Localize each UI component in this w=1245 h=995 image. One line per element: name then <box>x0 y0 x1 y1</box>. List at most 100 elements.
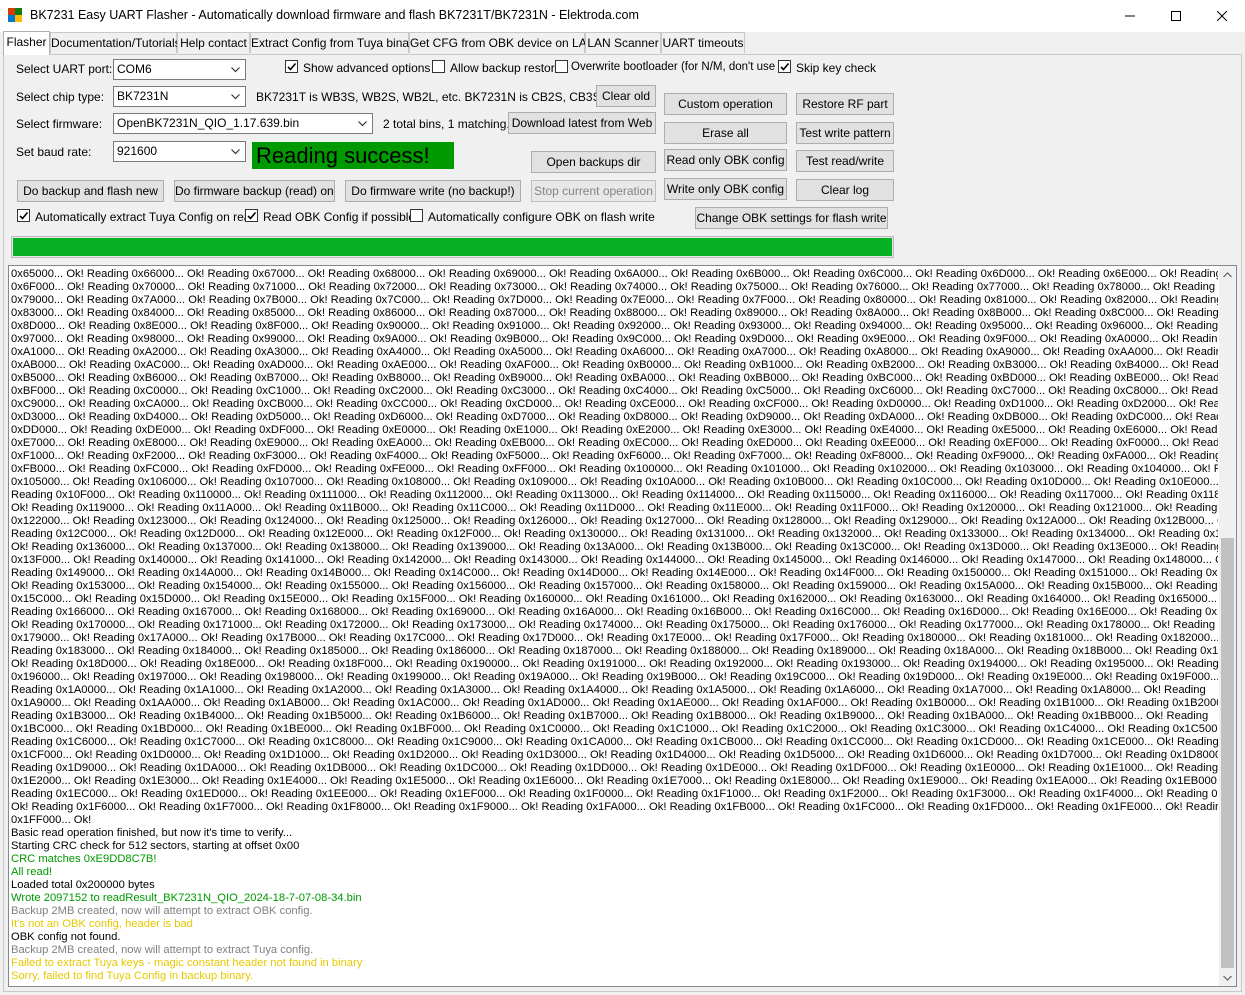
clear-old-button[interactable]: Clear old <box>596 85 656 107</box>
log-line: 0x6F000... Ok! Reading 0x70000... Ok! Re… <box>11 281 1216 293</box>
log-textbox[interactable]: 0x65000... Ok! Reading 0x66000... Ok! Re… <box>8 265 1237 987</box>
log-line: 0x97000... Ok! Reading 0x98000... Ok! Re… <box>11 333 1218 345</box>
log-line: Reading 0x1B3000... Ok! Reading 0x1B4000… <box>11 710 1209 722</box>
log-line: Backup 2MB created, now will attempt to … <box>11 905 313 917</box>
tab-get-cfg-obk[interactable]: Get CFG from OBK device on LAN <box>409 32 595 53</box>
clear-log-button[interactable]: Clear log <box>796 179 894 201</box>
log-line: 0x83000... Ok! Reading 0x84000... Ok! Re… <box>11 307 1218 319</box>
tab-help-contact[interactable]: Help contact <box>177 32 250 53</box>
log-line: OBK config not found. <box>11 931 121 943</box>
custom-operation-button[interactable]: Custom operation <box>664 93 787 115</box>
log-line: Reading 0x1D9000... Ok! Reading 0x1DA000… <box>11 762 1218 774</box>
read-obk-config-checkbox[interactable] <box>245 209 258 222</box>
close-button[interactable] <box>1199 0 1245 32</box>
tab-lan-scanner[interactable]: LAN Scanner <box>585 32 661 53</box>
show-advanced-checkbox[interactable] <box>285 60 298 73</box>
log-line: Failed to extract Tuya keys - magic cons… <box>11 957 363 969</box>
log-line: Ok! Reading 0x170000... Ok! Reading 0x17… <box>11 619 1216 631</box>
erase-all-button[interactable]: Erase all <box>664 122 787 144</box>
progress-fill <box>13 238 892 256</box>
log-line: It's not an OBK config, header is bad <box>11 918 193 930</box>
window-title: BK7231 Easy UART Flasher - Automatically… <box>30 8 639 22</box>
checkmark-icon <box>287 62 297 71</box>
download-latest-button[interactable]: Download latest from Web <box>508 112 656 134</box>
log-line: 0x1BC000... Ok! Reading 0x1BD000... Ok! … <box>11 723 1218 735</box>
log-line: 0x15C000... Ok! Reading 0x15D000... Ok! … <box>11 593 1218 605</box>
tab-uart-timeouts[interactable]: UART timeouts <box>661 32 745 53</box>
allow-backup-restore-checkbox[interactable] <box>432 60 445 73</box>
firmware-write-button[interactable]: Do firmware write (no backup!) <box>345 180 521 202</box>
log-line: 0x1FF000... Ok! <box>11 814 92 826</box>
log-line: 0x79000... Ok! Reading 0x7A000... Ok! Re… <box>11 294 1218 306</box>
checkmark-icon <box>780 62 790 71</box>
log-line: 0xAB000... Ok! Reading 0xAC000... Ok! Re… <box>11 359 1218 371</box>
log-line: 0xA1000... Ok! Reading 0xA2000... Ok! Re… <box>11 346 1218 358</box>
log-lines: 0x65000... Ok! Reading 0x66000... Ok! Re… <box>11 268 1218 983</box>
chip-type-select[interactable]: BK7231N <box>113 86 246 107</box>
auto-extract-tuya-checkbox[interactable] <box>17 209 30 222</box>
overwrite-bootloader-checkbox[interactable] <box>555 60 568 73</box>
tab-documentation[interactable]: Documentation/Tutorials <box>50 32 181 53</box>
log-line: Loaded total 0x200000 bytes <box>11 879 155 891</box>
title-bar: BK7231 Easy UART Flasher - Automatically… <box>0 0 1245 32</box>
log-line: Ok! Reading 0x18D000... Ok! Reading 0x18… <box>11 658 1218 670</box>
firmware-select[interactable]: OpenBK7231N_QIO_1.17.639.bin <box>113 113 373 134</box>
log-scrollbar[interactable] <box>1219 266 1236 986</box>
minimize-button[interactable] <box>1107 0 1153 32</box>
log-line: Basic read operation finished, but now i… <box>11 827 293 839</box>
uart-port-select[interactable]: COM6 <box>113 59 246 80</box>
open-backups-dir-button[interactable]: Open backups dir <box>531 151 656 173</box>
chip-type-label: Select chip type: <box>16 90 105 104</box>
change-obk-settings-button[interactable]: Change OBK settings for flash write <box>695 207 888 229</box>
maximize-button[interactable] <box>1153 0 1199 32</box>
log-line: CRC matches 0xE9DD8C7B! <box>11 853 157 865</box>
log-line: 0x8D000... Ok! Reading 0x8E000... Ok! Re… <box>11 320 1218 332</box>
app-icon <box>8 8 22 22</box>
chevron-down-icon <box>355 114 370 133</box>
scroll-down-icon[interactable] <box>1219 969 1236 986</box>
skip-key-check-checkbox[interactable] <box>778 60 791 73</box>
log-line: 0xDD000... Ok! Reading 0xDE000... Ok! Re… <box>11 424 1218 436</box>
minimize-icon <box>1125 15 1135 17</box>
log-line: Reading 0x1A0000... Ok! Reading 0x1A1000… <box>11 684 1206 696</box>
log-line: Reading 0x1EC000... Ok! Reading 0x1ED000… <box>11 788 1218 800</box>
overwrite-bootloader-label: Overwrite bootloader (for N/M, don't use… <box>571 61 788 73</box>
test-read-write-button[interactable]: Test read/write <box>796 150 894 172</box>
log-line: All read! <box>11 866 53 878</box>
log-line: 0x105000... Ok! Reading 0x106000... Ok! … <box>11 476 1218 488</box>
log-line: Reading 0x1C6000... Ok! Reading 0x1C7000… <box>11 736 1218 748</box>
write-only-obk-config-button[interactable]: Write only OBK config <box>664 178 787 200</box>
firmware-info-text: 2 total bins, 1 matching. <box>383 117 510 131</box>
stop-operation-button[interactable]: Stop current operation <box>531 180 656 202</box>
scroll-up-icon[interactable] <box>1219 266 1236 283</box>
log-line: 0xD3000... Ok! Reading 0xD4000... Ok! Re… <box>11 411 1218 423</box>
log-line: 0x65000... Ok! Reading 0x66000... Ok! Re… <box>11 268 1218 280</box>
auto-configure-obk-checkbox[interactable] <box>410 209 423 222</box>
auto-configure-obk-label: Automatically configure OBK on flash wri… <box>428 210 655 224</box>
uart-port-value: COM6 <box>117 62 152 76</box>
log-line: Ok! Reading 0x119000... Ok! Reading 0x11… <box>11 502 1218 514</box>
status-banner: Reading success! <box>252 142 454 169</box>
checkmark-icon <box>247 211 257 220</box>
read-only-obk-config-button[interactable]: Read only OBK config <box>664 149 787 171</box>
log-line: Reading 0x149000... Ok! Reading 0x14A000… <box>11 567 1218 579</box>
log-line: 0x1CF000... Ok! Reading 0x1D0000... Ok! … <box>11 749 1218 761</box>
log-line: Sorry, failed to find Tuya Config in bac… <box>11 970 254 982</box>
log-line: 0xE7000... Ok! Reading 0xE8000... Ok! Re… <box>11 437 1218 449</box>
close-icon <box>1217 11 1227 21</box>
log-line: Ok! Reading 0x1F6000... Ok! Reading 0x1F… <box>11 801 1218 813</box>
firmware-backup-button[interactable]: Do firmware backup (read) only <box>174 180 335 202</box>
restore-rf-button[interactable]: Restore RF part <box>796 93 894 115</box>
log-line: 0xFB000... Ok! Reading 0xFC000... Ok! Re… <box>11 463 1218 475</box>
log-line: Reading 0x166000... Ok! Reading 0x167000… <box>11 606 1218 618</box>
skip-key-check-label: Skip key check <box>796 61 877 75</box>
backup-and-flash-button[interactable]: Do backup and flash new <box>17 180 164 202</box>
tab-flasher[interactable]: Flasher <box>3 31 50 55</box>
tab-extract-config[interactable]: Extract Config from Tuya binary <box>250 32 419 53</box>
log-line: 0xC9000... Ok! Reading 0xCA000... Ok! Re… <box>11 398 1218 410</box>
test-write-pattern-button[interactable]: Test write pattern <box>796 122 894 144</box>
baud-rate-select[interactable]: 921600 <box>113 141 246 162</box>
log-line: Wrote 2097152 to readResult_BK7231N_QIO_… <box>11 892 362 904</box>
scroll-thumb[interactable] <box>1221 538 1234 968</box>
auto-extract-tuya-label: Automatically extract Tuya Config on rea… <box>35 210 258 224</box>
